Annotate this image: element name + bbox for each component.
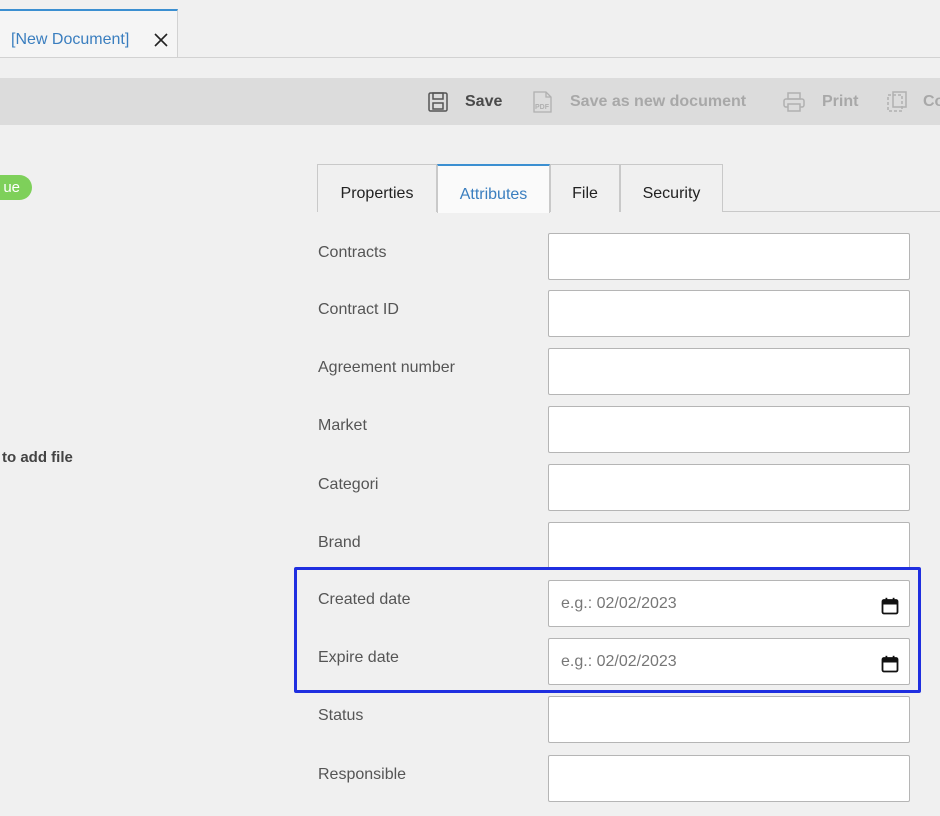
- document-tab[interactable]: [New Document]: [0, 9, 178, 57]
- save-button[interactable]: Save: [427, 78, 502, 125]
- categori-label: Categori: [318, 476, 379, 493]
- categori-field[interactable]: [548, 464, 910, 511]
- pdf-icon: PDF: [533, 90, 552, 113]
- save-icon: [428, 91, 448, 112]
- document-tab-strip: [New Document]: [0, 0, 940, 58]
- status-badge: ue: [0, 175, 32, 200]
- created-date-label: Created date: [318, 591, 411, 608]
- print-label: Print: [822, 92, 859, 110]
- expire-date-field[interactable]: [548, 638, 910, 685]
- tab-properties[interactable]: Properties: [317, 164, 437, 212]
- calendar-icon[interactable]: [881, 597, 899, 615]
- toolbar: Save PDF Save as new document Print Co: [0, 78, 940, 125]
- status-label: Status: [318, 707, 364, 724]
- created-date-field[interactable]: [548, 580, 910, 627]
- save-label: Save: [465, 92, 503, 110]
- responsible-label: Responsible: [318, 766, 407, 783]
- tab-security[interactable]: Security: [620, 164, 723, 212]
- save-as-new-document-button[interactable]: PDF Save as new document: [530, 78, 746, 125]
- tab-attributes[interactable]: Attributes: [437, 164, 550, 213]
- contracts-label: Contracts: [318, 244, 387, 261]
- copy-icon: [887, 90, 907, 112]
- agreement-number-field[interactable]: [548, 348, 910, 395]
- brand-field[interactable]: [548, 522, 910, 569]
- agreement-number-label: Agreement number: [318, 359, 455, 376]
- contracts-field[interactable]: [548, 233, 910, 280]
- tab-file[interactable]: File: [550, 164, 620, 212]
- printer-icon: [783, 91, 805, 112]
- contract-id-field[interactable]: [548, 290, 910, 337]
- status-field[interactable]: [548, 696, 910, 743]
- add-file-hint[interactable]: to add file: [2, 449, 73, 466]
- save-as-new-document-label: Save as new document: [570, 92, 747, 110]
- document-tab-title[interactable]: [New Document]: [11, 31, 129, 49]
- print-button[interactable]: Print: [782, 78, 858, 125]
- market-label: Market: [318, 417, 367, 434]
- responsible-field[interactable]: [548, 755, 910, 802]
- calendar-icon[interactable]: [881, 655, 899, 673]
- market-field[interactable]: [548, 406, 910, 453]
- expire-date-label: Expire date: [318, 649, 399, 666]
- copy-label: Co: [923, 92, 940, 110]
- svg-text:PDF: PDF: [535, 104, 550, 111]
- copy-button[interactable]: Co: [885, 78, 940, 125]
- contract-id-label: Contract ID: [318, 301, 399, 318]
- brand-label: Brand: [318, 534, 361, 551]
- close-icon[interactable]: [153, 32, 169, 48]
